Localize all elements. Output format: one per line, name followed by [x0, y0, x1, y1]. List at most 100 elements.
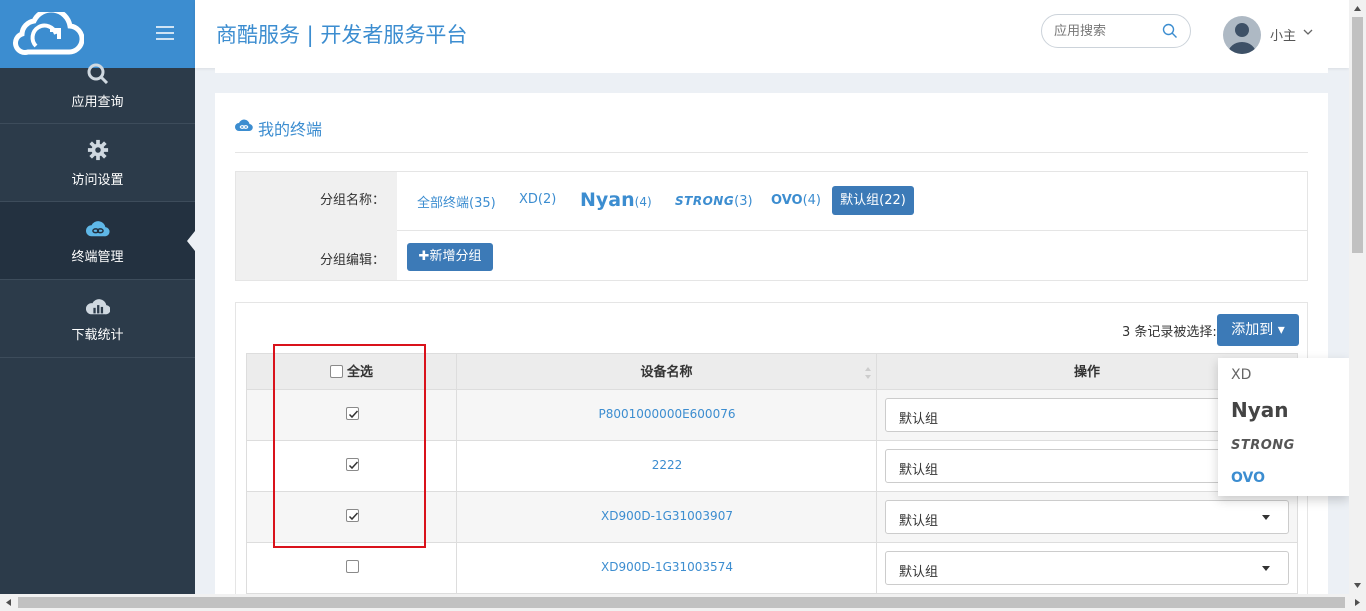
caret-down-icon [1262, 515, 1270, 520]
checkmark-icon [348, 461, 359, 470]
select-all-header[interactable]: 全选 [247, 354, 457, 391]
cloud-link-icon [86, 221, 110, 237]
scroll-right-icon[interactable] [1349, 594, 1366, 611]
chevron-down-icon[interactable] [1303, 27, 1313, 37]
row-checkbox[interactable] [346, 407, 359, 420]
checkmark-icon [348, 512, 359, 521]
sidebar-item-download-stats[interactable]: 下载统计 [0, 280, 195, 358]
device-name-link[interactable]: 2222 [457, 458, 877, 472]
device-name-cell: XD900D-1G31003574 [457, 543, 877, 593]
group-name-label: 分组名称： [319, 193, 385, 208]
device-name-cell: P8001000000E600076 [457, 390, 877, 440]
table-row: XD900D-1G31003574 默认组 [246, 543, 1298, 594]
sidebar: 应用查询 访问设置 终端管理 下载统计 [0, 0, 195, 611]
checkmark-icon [348, 410, 359, 419]
device-name-link[interactable]: P8001000000E600076 [457, 407, 877, 421]
sidebar-item-terminal-management[interactable]: 终端管理 [0, 202, 195, 280]
sidebar-item-label: 访问设置 [71, 173, 124, 188]
device-name-header-label: 设备名称 [640, 365, 693, 380]
group-count: (2) [537, 192, 557, 207]
group-select[interactable]: 默认组 [885, 500, 1289, 534]
group-link-strong[interactable]: STRONG(3) [675, 194, 753, 209]
row-select-cell [247, 390, 457, 440]
group-link-nyan[interactable]: Nyan(4) [580, 189, 652, 211]
sidebar-item-label: 终端管理 [71, 250, 124, 265]
device-name-link[interactable]: XD900D-1G31003907 [457, 509, 877, 523]
page-title: 商酷服务 | 开发者服务平台 [216, 23, 468, 47]
table-row: XD900D-1G31003907 默认组 [246, 492, 1298, 543]
group-select-value: 默认组 [899, 463, 939, 478]
group-count: (4) [634, 195, 652, 209]
group-filter: 分组名称： 分组编辑： 全部终端(35) XD(2) Nyan(4) STRON… [235, 171, 1308, 281]
group-name: Nyan [580, 189, 635, 211]
group-count: (3) [734, 194, 753, 209]
search-input[interactable] [1054, 22, 1154, 40]
group-select-value: 默认组 [899, 565, 939, 580]
group-count: (35) [469, 196, 496, 211]
search-icon [87, 63, 109, 84]
select-all-checkbox[interactable] [329, 365, 343, 378]
menu-item-ovo[interactable]: OVO [1231, 470, 1265, 486]
horizontal-scroll-thumb[interactable] [18, 597, 1345, 608]
add-group-button[interactable]: ✚新增分组 [407, 243, 493, 271]
device-name-header[interactable]: 设备名称 [457, 354, 877, 391]
search-icon[interactable] [1162, 23, 1178, 39]
device-name-link[interactable]: XD900D-1G31003574 [457, 560, 877, 574]
group-link-ovo[interactable]: OVO(4) [771, 193, 821, 208]
device-name-cell: XD900D-1G31003907 [457, 492, 877, 542]
menu-item-strong[interactable]: STRONG [1231, 438, 1295, 453]
user-name[interactable]: 小主 [1270, 25, 1296, 44]
horizontal-scrollbar[interactable] [0, 594, 1366, 611]
group-select-value: 默认组 [899, 514, 939, 529]
device-name-cell: 2222 [457, 441, 877, 491]
group-link-all[interactable]: 全部终端(35) [417, 192, 496, 211]
sidebar-item-access-settings[interactable]: 访问设置 [0, 124, 195, 202]
logo-bar [0, 0, 195, 68]
avatar[interactable] [1223, 16, 1261, 54]
selection-count-text: 3 条记录被选择: [1122, 325, 1217, 340]
menu-item-nyan[interactable]: Nyan [1231, 398, 1289, 422]
scroll-down-icon[interactable] [1349, 577, 1366, 594]
group-select-value: 默认组 [899, 412, 939, 427]
scroll-up-icon[interactable] [1349, 0, 1366, 17]
row-select-cell [247, 543, 457, 593]
user-avatar-icon [1228, 23, 1256, 54]
menu-toggle-icon[interactable] [156, 26, 174, 42]
action-cell: 默认组 [877, 543, 1297, 593]
sidebar-item-label: 应用查询 [71, 95, 124, 110]
sidebar-item-app-query[interactable]: 应用查询 [0, 63, 195, 124]
row-checkbox[interactable] [346, 458, 359, 471]
vertical-scrollbar[interactable] [1349, 0, 1366, 594]
add-to-button[interactable]: 添加到 ▾ [1217, 314, 1299, 346]
select-all-label: 全选 [346, 365, 373, 380]
top-header: 商酷服务 | 开发者服务平台 小主 [195, 0, 1349, 68]
vertical-scroll-thumb[interactable] [1352, 17, 1363, 253]
divider [235, 152, 1308, 153]
add-to-dropdown-menu: XD Nyan STRONG OVO [1218, 358, 1349, 496]
group-edit-label: 分组编辑： [319, 253, 385, 268]
group-link-xd[interactable]: XD(2) [519, 192, 556, 207]
group-select[interactable]: 默认组 [885, 551, 1289, 585]
group-name: XD [519, 192, 538, 207]
table-header-row: 全选 设备名称 操作 [246, 353, 1298, 391]
cloud-link-icon [235, 119, 253, 132]
content-top-strip [215, 68, 1328, 73]
row-checkbox[interactable] [346, 509, 359, 522]
group-link-default-active[interactable]: 默认组(22) [832, 186, 914, 215]
group-name: 全部终端 [417, 196, 470, 211]
group-name: OVO [771, 193, 803, 208]
sort-icon[interactable] [864, 366, 872, 380]
active-indicator [187, 231, 195, 251]
row-select-cell [247, 492, 457, 542]
row-select-cell [247, 441, 457, 491]
menu-item-xd[interactable]: XD [1231, 367, 1251, 383]
divider [397, 230, 1308, 231]
table-row: P8001000000E600076 默认组 [246, 390, 1298, 441]
row-checkbox[interactable] [346, 560, 359, 573]
panel-title: 我的终端 [258, 120, 323, 139]
cloud-logo-icon[interactable] [10, 12, 84, 56]
scroll-left-icon[interactable] [0, 594, 17, 611]
filter-label-column: 分组名称： 分组编辑： [236, 172, 397, 280]
group-name: STRONG [675, 194, 735, 208]
app-search-box[interactable] [1041, 14, 1191, 48]
